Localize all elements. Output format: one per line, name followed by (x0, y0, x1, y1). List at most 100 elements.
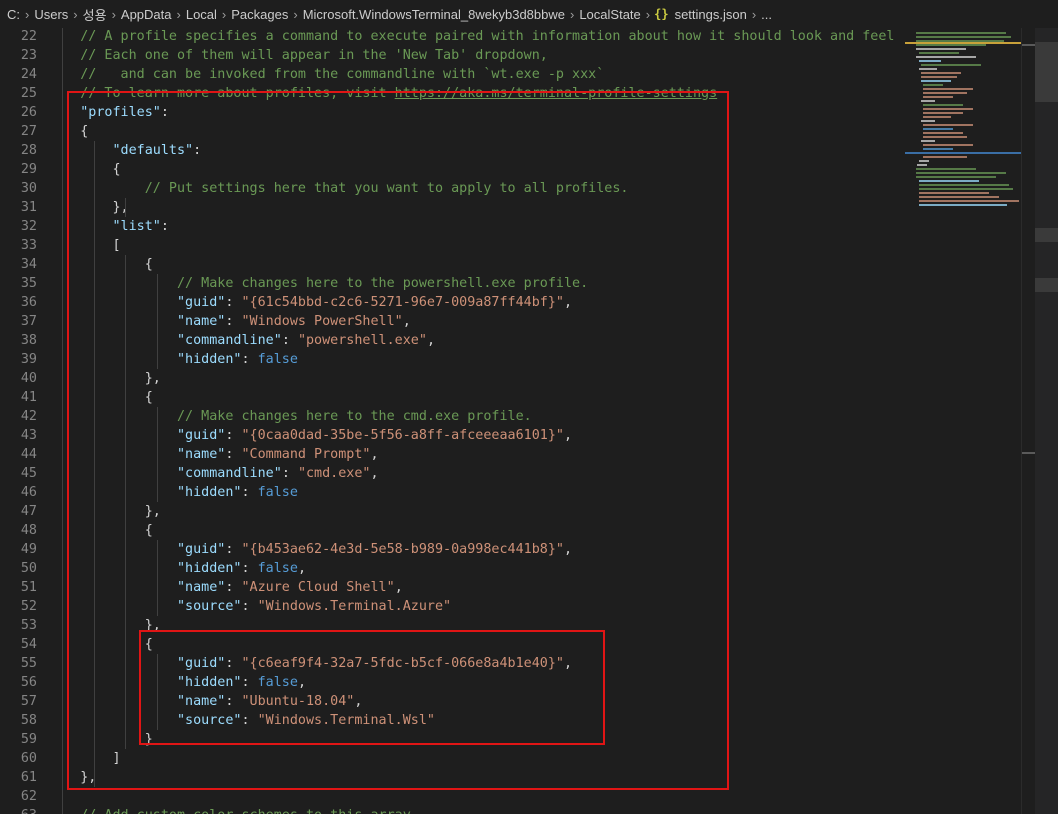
line-number: 38 (20, 333, 37, 348)
minimap-line (916, 172, 1006, 174)
highlight-box-ubuntu-profile (139, 630, 605, 745)
line-number: 55 (20, 656, 37, 671)
indent-guide (62, 787, 63, 814)
minimap-line (919, 196, 999, 198)
code-line-63[interactable]: 63 // Add custom color schemes to this a… (0, 806, 905, 814)
line-number: 41 (20, 390, 37, 405)
line-number: 52 (20, 599, 37, 614)
minimap-line (923, 84, 943, 86)
line-number: 26 (20, 105, 37, 120)
minimap-line (916, 36, 1011, 38)
minimap-line (921, 100, 935, 102)
line-number: 58 (20, 713, 37, 728)
scrollbar-marker (1022, 44, 1035, 46)
minimap-line (919, 204, 1007, 206)
minimap[interactable] (905, 28, 1021, 814)
line-number: 47 (20, 504, 37, 519)
code-editor[interactable]: 22 // A profile specifies a command to e… (0, 28, 905, 814)
minimap-line (919, 200, 1019, 202)
breadcrumb-item-user[interactable]: 성용 (80, 5, 110, 24)
breadcrumb-item-users[interactable]: Users (31, 7, 71, 22)
minimap-line (923, 132, 963, 134)
line-number: 50 (20, 561, 37, 576)
breadcrumb-item-localstate[interactable]: LocalState (576, 7, 643, 22)
breadcrumb-item-local[interactable]: Local (183, 7, 220, 22)
breadcrumb-item-package[interactable]: Microsoft.WindowsTerminal_8wekyb3d8bbwe (300, 7, 568, 22)
minimap-line (919, 160, 929, 162)
line-number: 62 (20, 789, 37, 804)
code-text[interactable]: // and can be invoked from the commandli… (48, 65, 604, 84)
minimap-line (919, 52, 959, 54)
indent-guide (62, 28, 63, 787)
line-number: 53 (20, 618, 37, 633)
minimap-line (916, 168, 976, 170)
line-number: 40 (20, 371, 37, 386)
line-number: 25 (20, 86, 37, 101)
line-number: 54 (20, 637, 37, 652)
line-number: 27 (20, 124, 37, 139)
chevron-right-icon: › (221, 6, 227, 22)
chevron-right-icon: › (176, 6, 181, 22)
line-number: 32 (20, 219, 37, 234)
line-number: 22 (20, 29, 37, 44)
minimap-line (923, 112, 963, 114)
code-line-23[interactable]: 23 // Each one of them will appear in th… (0, 46, 905, 65)
json-braces-icon: {} (654, 7, 669, 21)
minimap-line (923, 96, 953, 98)
line-number: 29 (20, 162, 37, 177)
line-number: 63 (0, 806, 37, 814)
code-text[interactable]: // Each one of them will appear in the '… (48, 46, 548, 65)
minimap-line (919, 188, 1013, 190)
minimap-marker (905, 152, 1021, 154)
line-number: 36 (20, 295, 37, 310)
minimap-line (919, 68, 937, 70)
minimap-line (921, 80, 951, 82)
line-number: 60 (20, 751, 37, 766)
minimap-line (923, 104, 963, 106)
breadcrumb-item-appdata[interactable]: AppData (118, 7, 175, 22)
chevron-right-icon: › (751, 6, 757, 22)
line-number: 28 (20, 143, 37, 158)
line-number: 48 (20, 523, 37, 538)
line-number: 44 (20, 447, 37, 462)
minimap-line (923, 108, 973, 110)
minimap-line (923, 148, 953, 150)
chevron-right-icon: › (111, 6, 116, 22)
minimap-slider[interactable] (905, 42, 1021, 44)
breadcrumb-item-more[interactable]: ... (758, 7, 775, 22)
line-number: 49 (20, 542, 37, 557)
chevron-right-icon: › (293, 6, 298, 22)
minimap-line (923, 144, 973, 146)
minimap-line (916, 176, 996, 178)
minimap-line (923, 128, 953, 130)
side-panel-block (1035, 228, 1058, 242)
line-number: 46 (20, 485, 37, 500)
line-number: 59 (20, 732, 37, 747)
chevron-right-icon: › (645, 6, 651, 22)
minimap-line (919, 192, 989, 194)
chevron-right-icon: › (25, 6, 30, 22)
vertical-scrollbar[interactable] (1021, 28, 1035, 814)
side-panel-strip (1035, 28, 1058, 814)
minimap-line (919, 60, 941, 62)
line-number: 57 (20, 694, 37, 709)
line-number: 30 (20, 181, 37, 196)
line-number: 24 (20, 67, 37, 82)
line-number: 34 (20, 257, 37, 272)
code-text[interactable]: // Add custom color schemes to this arra… (48, 806, 419, 814)
breadcrumb-item-packages[interactable]: Packages (228, 7, 291, 22)
code-line-22[interactable]: 22 // A profile specifies a command to e… (0, 28, 905, 46)
code-line-24[interactable]: 24 // and can be invoked from the comman… (0, 65, 905, 84)
breadcrumb-item-file[interactable]: settings.json (672, 7, 750, 22)
line-number: 33 (20, 238, 37, 253)
chevron-right-icon: › (569, 6, 575, 22)
minimap-line (921, 140, 935, 142)
code-text[interactable]: // A profile specifies a command to exec… (48, 28, 894, 46)
minimap-line (919, 184, 1009, 186)
line-number: 35 (20, 276, 37, 291)
line-number: 42 (20, 409, 37, 424)
chevron-right-icon: › (73, 6, 78, 22)
breadcrumb-item-drive[interactable]: C: (4, 7, 23, 22)
line-number: 61 (20, 770, 37, 785)
minimap-line (916, 56, 976, 58)
